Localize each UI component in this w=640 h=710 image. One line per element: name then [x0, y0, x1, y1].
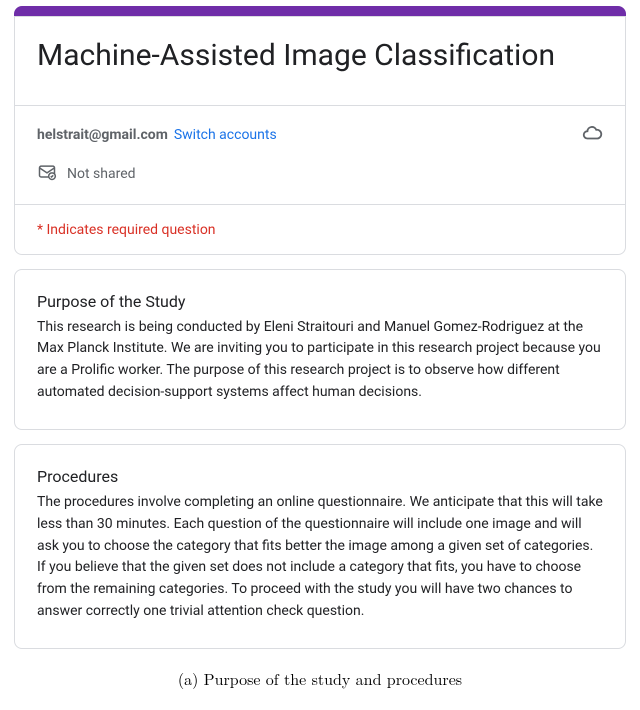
procedures-card: Procedures The procedures involve comple…	[14, 444, 626, 649]
procedures-title: Procedures	[37, 467, 603, 486]
form-accent-band	[14, 6, 626, 16]
form-title: Machine-Assisted Image Classification	[37, 37, 603, 75]
account-row: helstrait@gmail.com Switch accounts	[15, 106, 625, 154]
not-shared-label: Not shared	[67, 166, 136, 182]
account-left: helstrait@gmail.com Switch accounts	[37, 127, 277, 143]
account-email: helstrait@gmail.com	[37, 127, 168, 143]
mail-not-shared-icon	[37, 162, 57, 186]
figure-caption: (a) Purpose of the study and procedures	[0, 667, 640, 690]
purpose-title: Purpose of the Study	[37, 292, 603, 311]
purpose-body: This research is being conducted by Elen…	[37, 317, 603, 404]
header-card: Machine-Assisted Image Classification he…	[14, 16, 626, 255]
cloud-save-icon	[581, 122, 603, 148]
purpose-card: Purpose of the Study This research is be…	[14, 269, 626, 431]
required-note: * Indicates required question	[37, 222, 216, 238]
procedures-body: The procedures involve completing an onl…	[37, 492, 603, 622]
not-shared-row: Not shared	[15, 154, 625, 204]
switch-accounts-link[interactable]: Switch accounts	[174, 127, 277, 143]
